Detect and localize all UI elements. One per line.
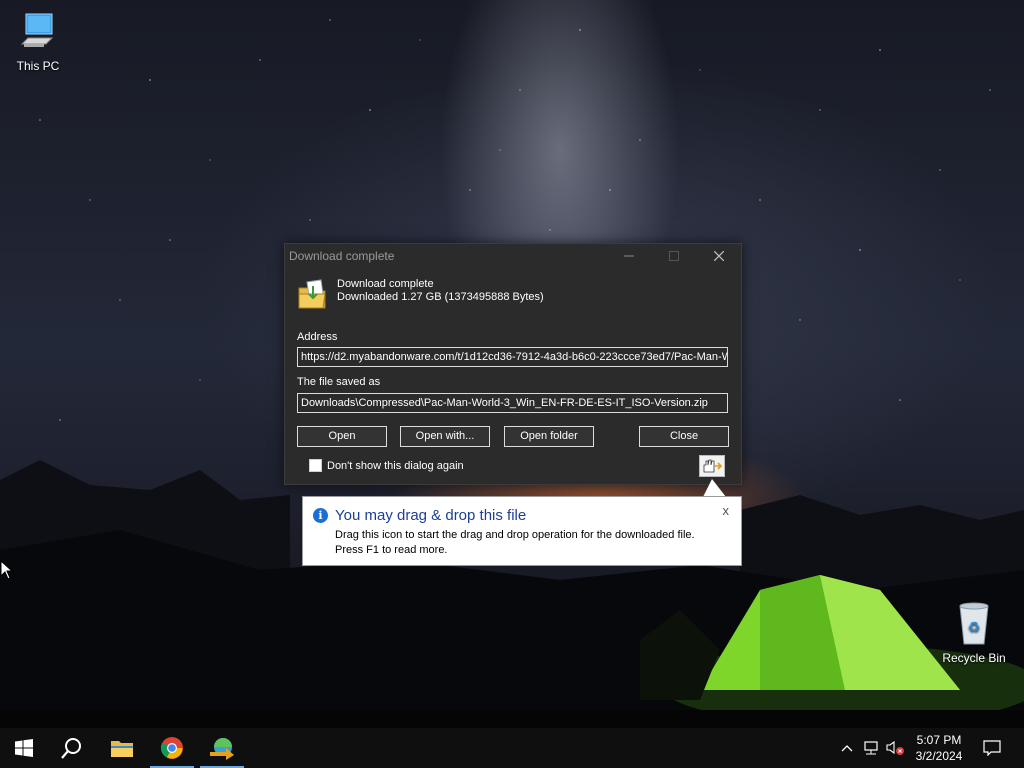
taskbar-idm[interactable]: [198, 728, 246, 768]
file-explorer-icon: [111, 741, 133, 757]
dont-show-again-checkbox[interactable]: [309, 459, 322, 472]
drag-hand-icon: [703, 459, 723, 473]
computer-icon: [20, 13, 54, 47]
close-icon: [713, 251, 724, 261]
address-field[interactable]: https://d2.myabandonware.com/t/1d12cd36-…: [297, 347, 728, 367]
start-button[interactable]: [0, 728, 48, 768]
action-center-button[interactable]: [978, 728, 1006, 768]
maximize-icon: [668, 251, 679, 261]
tooltip-line-2: Press F1 to read more.: [335, 544, 448, 556]
start-icon: [15, 739, 33, 757]
maximize-button[interactable]: [651, 244, 696, 268]
close-window-button[interactable]: [696, 244, 741, 268]
recycle-bin-icon: ♻: [959, 602, 989, 645]
tooltip-line-1: Drag this icon to start the drag and dro…: [335, 529, 695, 541]
desktop-icon-this-pc[interactable]: This PC: [6, 10, 70, 73]
tooltip-body: Drag this icon to start the drag and dro…: [335, 528, 695, 558]
taskbar: 5:07 PM 3/2/2024: [0, 728, 1024, 768]
clock-time: 5:07 PM: [916, 733, 962, 747]
show-hidden-icons-button[interactable]: [838, 728, 856, 768]
download-folder-icon: [298, 279, 326, 309]
drag-drop-handle[interactable]: [699, 455, 725, 477]
this-pc-label: This PC: [16, 59, 60, 73]
open-button[interactable]: Open: [297, 426, 387, 447]
search-icon: [61, 738, 81, 759]
download-complete-dialog: Download complete Download complete Down…: [284, 243, 742, 485]
desktop-icon-recycle-bin[interactable]: ♻ Recycle Bin: [942, 600, 1006, 665]
saved-path-field[interactable]: Downloads\Compressed\Pac-Man-World-3_Win…: [297, 393, 728, 413]
download-size-text: Downloaded 1.27 GB (1373495888 Bytes): [337, 291, 544, 303]
tooltip-close-button[interactable]: x: [723, 503, 730, 518]
mouse-cursor-icon: [0, 560, 14, 580]
open-folder-button[interactable]: Open folder: [504, 426, 594, 447]
info-icon: i: [313, 508, 328, 523]
network-button[interactable]: [860, 728, 882, 768]
svg-text:♻: ♻: [968, 620, 981, 636]
minimize-button[interactable]: [606, 244, 651, 268]
open-with-button[interactable]: Open with...: [400, 426, 490, 447]
dialog-titlebar[interactable]: Download complete: [285, 244, 741, 268]
notification-icon: [983, 740, 1001, 756]
dont-show-again-label: Don't show this dialog again: [327, 459, 464, 472]
search-button[interactable]: [48, 728, 96, 768]
tooltip-pointer: [703, 479, 726, 497]
close-button[interactable]: Close: [639, 426, 729, 447]
internet-download-manager-icon: [210, 738, 234, 760]
taskbar-clock[interactable]: 5:07 PM 3/2/2024: [906, 732, 972, 764]
volume-muted-icon: [886, 740, 904, 755]
recycle-bin-label: Recycle Bin: [942, 651, 1006, 665]
taskbar-chrome[interactable]: [148, 728, 196, 768]
volume-button[interactable]: [884, 728, 906, 768]
address-label: Address: [297, 331, 338, 343]
dont-show-again-row[interactable]: Don't show this dialog again: [309, 459, 464, 472]
saved-as-label: The file saved as: [297, 376, 381, 388]
taskbar-file-explorer[interactable]: [98, 728, 146, 768]
dialog-heading: Download complete: [337, 278, 434, 290]
chrome-icon: [160, 737, 183, 759]
dialog-title: Download complete: [289, 249, 395, 263]
minimize-icon: [623, 255, 634, 257]
dialog-header: Download complete Downloaded 1.27 GB (13…: [297, 278, 544, 310]
clock-date: 3/2/2024: [915, 749, 963, 763]
chevron-up-icon: [841, 745, 853, 752]
network-icon: [864, 741, 878, 755]
drag-drop-tooltip: i You may drag & drop this file x Drag t…: [302, 496, 742, 566]
tooltip-title: You may drag & drop this file: [335, 507, 527, 524]
